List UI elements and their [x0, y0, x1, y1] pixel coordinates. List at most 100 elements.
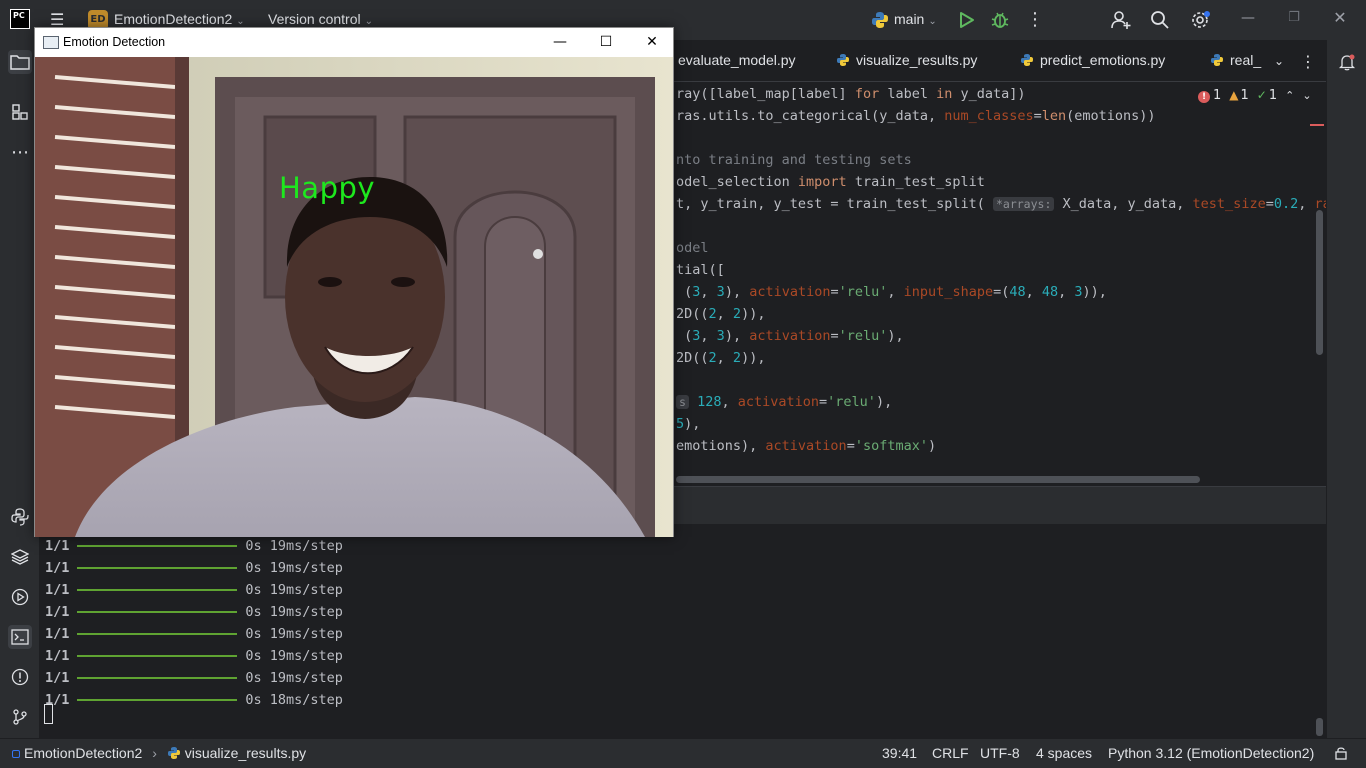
chevron-up-icon[interactable]: ⌃ — [1285, 89, 1294, 102]
code-line: t, y_train, y_test = train_test_split( *… — [676, 196, 1326, 212]
progress-bar — [77, 677, 238, 679]
terminal-line: 1/1 0s 19ms/step — [45, 560, 343, 576]
tab-evaluate-model[interactable]: evaluate_model.py — [678, 52, 796, 68]
lock-icon[interactable] — [1334, 746, 1348, 760]
status-bar: EmotionDetection2 › visualize_results.py… — [0, 738, 1366, 768]
step-count: 1/1 — [45, 626, 70, 642]
branch-selector[interactable]: main ⌄ — [894, 11, 937, 27]
terminal-output[interactable]: 1/1 0s 19ms/step 1/1 0s 19ms/step 1/1 0s 19ms… — [40, 524, 1326, 738]
problems-icon[interactable] — [8, 665, 32, 689]
code-line: odel — [676, 240, 709, 256]
step-count: 1/1 — [45, 604, 70, 620]
right-tool-strip — [1326, 40, 1366, 738]
cv-minimize-button[interactable]: — — [549, 32, 571, 52]
folder-icon[interactable] — [8, 50, 32, 74]
terminal-line: 1/1 0s 19ms/step — [45, 582, 343, 598]
chevron-down-icon[interactable]: ⌄ — [1302, 89, 1311, 102]
progress-bar — [77, 545, 238, 547]
step-count: 1/1 — [45, 670, 70, 686]
git-icon[interactable] — [8, 705, 32, 729]
version-control-menu[interactable]: Version control ⌄ — [268, 11, 373, 27]
breadcrumb: EmotionDetection2 › visualize_results.py — [12, 745, 306, 761]
errors-count: ! 1 — [1198, 88, 1221, 103]
code-line: s 128, activation='relu'), — [676, 394, 892, 410]
python-file-icon — [837, 54, 849, 66]
run-icon[interactable] — [956, 10, 976, 30]
cv-maximize-button[interactable]: ☐ — [595, 32, 617, 52]
branch-name: main — [894, 11, 925, 27]
terminal-scrollbar[interactable] — [1316, 718, 1323, 736]
module-icon — [12, 750, 20, 758]
python-branch-icon[interactable] — [870, 10, 890, 30]
terminal-icon[interactable] — [8, 625, 32, 649]
editor-horizontal-scrollbar[interactable] — [676, 476, 1200, 483]
tab-label: real_ — [1230, 52, 1262, 68]
tab-visualize-results[interactable]: visualize_results.py — [836, 52, 977, 68]
terminal-line: 1/1 0s 19ms/step — [45, 626, 343, 642]
services-icon[interactable] — [8, 585, 32, 609]
error-stripe-marker[interactable] — [1310, 124, 1324, 126]
python-file-icon — [1211, 54, 1223, 66]
warning-icon: ▲ — [1229, 88, 1239, 102]
code-line: 2D((2, 2)), — [676, 306, 766, 322]
python-console-icon[interactable] — [8, 505, 32, 529]
cv-window-titlebar[interactable]: Emotion Detection — ☐ ✕ — [35, 28, 673, 57]
breadcrumb-project[interactable]: EmotionDetection2 — [24, 745, 142, 761]
indent-setting[interactable]: 4 spaces — [1036, 745, 1092, 761]
terminal-line: 1/1 0s 19ms/step — [45, 670, 343, 686]
chevron-down-icon: ⌄ — [364, 16, 373, 27]
window-close-button[interactable]: ✕ — [1330, 8, 1350, 30]
progress-bar — [77, 633, 238, 635]
more-actions-icon[interactable]: ⋮ — [1026, 10, 1044, 30]
chevron-down-icon[interactable]: ⌄ — [1274, 54, 1284, 68]
cv-close-button[interactable]: ✕ — [641, 32, 663, 52]
window-minimize-button[interactable]: — — [1238, 10, 1258, 30]
terminal-cursor — [44, 704, 53, 724]
progress-bar — [77, 655, 238, 657]
step-count: 1/1 — [45, 648, 70, 664]
vcs-label: Version control — [268, 11, 361, 27]
progress-bar — [77, 611, 238, 613]
line-ending[interactable]: CRLF — [932, 745, 969, 761]
code-line: (3, 3), activation='relu'), — [676, 328, 904, 344]
tab-real[interactable]: real_ — [1210, 52, 1261, 68]
step-time: 0s 19ms/step — [245, 560, 343, 576]
notifications-icon[interactable] — [1335, 50, 1359, 74]
hamburger-menu-icon[interactable]: ☰ — [50, 12, 68, 28]
more-tabs-icon[interactable]: ⋮ — [1300, 52, 1316, 71]
layers-icon[interactable] — [8, 545, 32, 569]
emotion-detection-window[interactable]: Emotion Detection — ☐ ✕ Happy — [34, 27, 674, 537]
code-line: (3, 3), activation='relu', input_shape=(… — [676, 284, 1107, 300]
emotion-label: Happy — [279, 171, 376, 205]
step-time: 0s 19ms/step — [245, 670, 343, 686]
terminal-line: 1/1 0s 19ms/step — [45, 604, 343, 620]
python-interpreter[interactable]: Python 3.12 (EmotionDetection2) — [1108, 745, 1314, 761]
caret-position[interactable]: 39:41 — [882, 745, 917, 761]
search-icon[interactable] — [1150, 10, 1170, 30]
chevron-down-icon: ⌄ — [928, 16, 937, 27]
pycharm-logo: PC — [10, 9, 30, 29]
structure-icon[interactable] — [8, 100, 32, 124]
breadcrumb-file[interactable]: visualize_results.py — [185, 745, 306, 761]
inspection-widget[interactable]: ! 1 ▲ 1 ✓ 1 ⌃ ⌄ — [1198, 88, 1312, 103]
code-line: 5), — [676, 416, 701, 432]
editor-vertical-scrollbar[interactable] — [1316, 210, 1323, 355]
ok-count: ✓ 1 — [1256, 88, 1278, 103]
more-tools-icon[interactable]: ⋯ — [8, 140, 32, 164]
window-app-icon — [43, 36, 59, 49]
code-line: ray([label_map[label] for label in y_dat… — [676, 86, 1026, 102]
step-time: 0s 18ms/step — [245, 692, 343, 708]
code-line: odel_selection import train_test_split — [676, 174, 985, 190]
debug-icon[interactable] — [990, 10, 1010, 30]
project-selector[interactable]: EmotionDetection2 ⌄ — [114, 11, 245, 27]
progress-bar — [77, 589, 238, 591]
python-file-icon — [1021, 54, 1033, 66]
gear-icon[interactable] — [1190, 10, 1212, 30]
tab-predict-emotions[interactable]: predict_emotions.py — [1020, 52, 1165, 68]
file-encoding[interactable]: UTF-8 — [980, 745, 1020, 761]
terminal-line: 1/1 0s 18ms/step — [45, 692, 343, 708]
add-user-icon[interactable] — [1110, 10, 1132, 30]
window-restore-button[interactable]: ❐ — [1284, 10, 1304, 30]
step-time: 0s 19ms/step — [245, 582, 343, 598]
code-line: tial([ — [676, 262, 725, 278]
